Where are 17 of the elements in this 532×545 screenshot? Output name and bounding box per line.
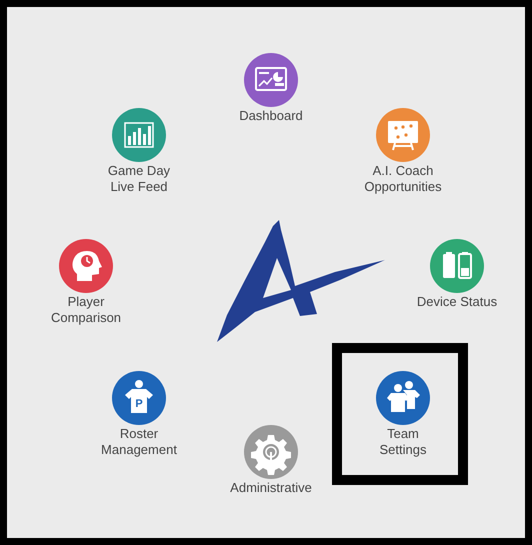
menu-item[interactable]: Administrative: [206, 425, 336, 496]
coach-board-icon: [376, 108, 430, 162]
jersey-letter: P: [135, 398, 143, 410]
live-feed-icon: [112, 108, 166, 162]
menu-item[interactable]: Game Day Live Feed: [74, 108, 204, 195]
gear-icon: [244, 425, 298, 479]
brain-icon: [59, 239, 113, 293]
dashboard-icon: [244, 53, 298, 107]
menu-item[interactable]: Dashboard: [206, 53, 336, 124]
team-icon: [376, 371, 430, 425]
menu-item[interactable]: Team Settings: [338, 371, 468, 458]
menu-item[interactable]: Player Comparison: [21, 239, 151, 326]
menu-item[interactable]: P Roster Management: [74, 371, 204, 458]
menu-item[interactable]: Device Status: [392, 239, 522, 310]
battery-icon: [430, 239, 484, 293]
menu-item[interactable]: A.I. Coach Opportunities: [338, 108, 468, 195]
jersey-icon: [112, 371, 166, 425]
